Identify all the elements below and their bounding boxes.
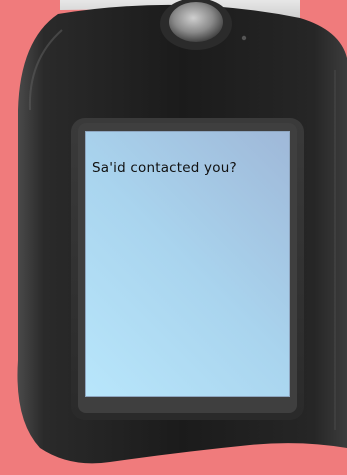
message-text: Sa'id contacted you?	[92, 160, 237, 176]
phone-screen: Sa'id contacted you?	[85, 131, 290, 397]
sensor-dot	[241, 35, 247, 41]
top-button	[169, 2, 223, 42]
